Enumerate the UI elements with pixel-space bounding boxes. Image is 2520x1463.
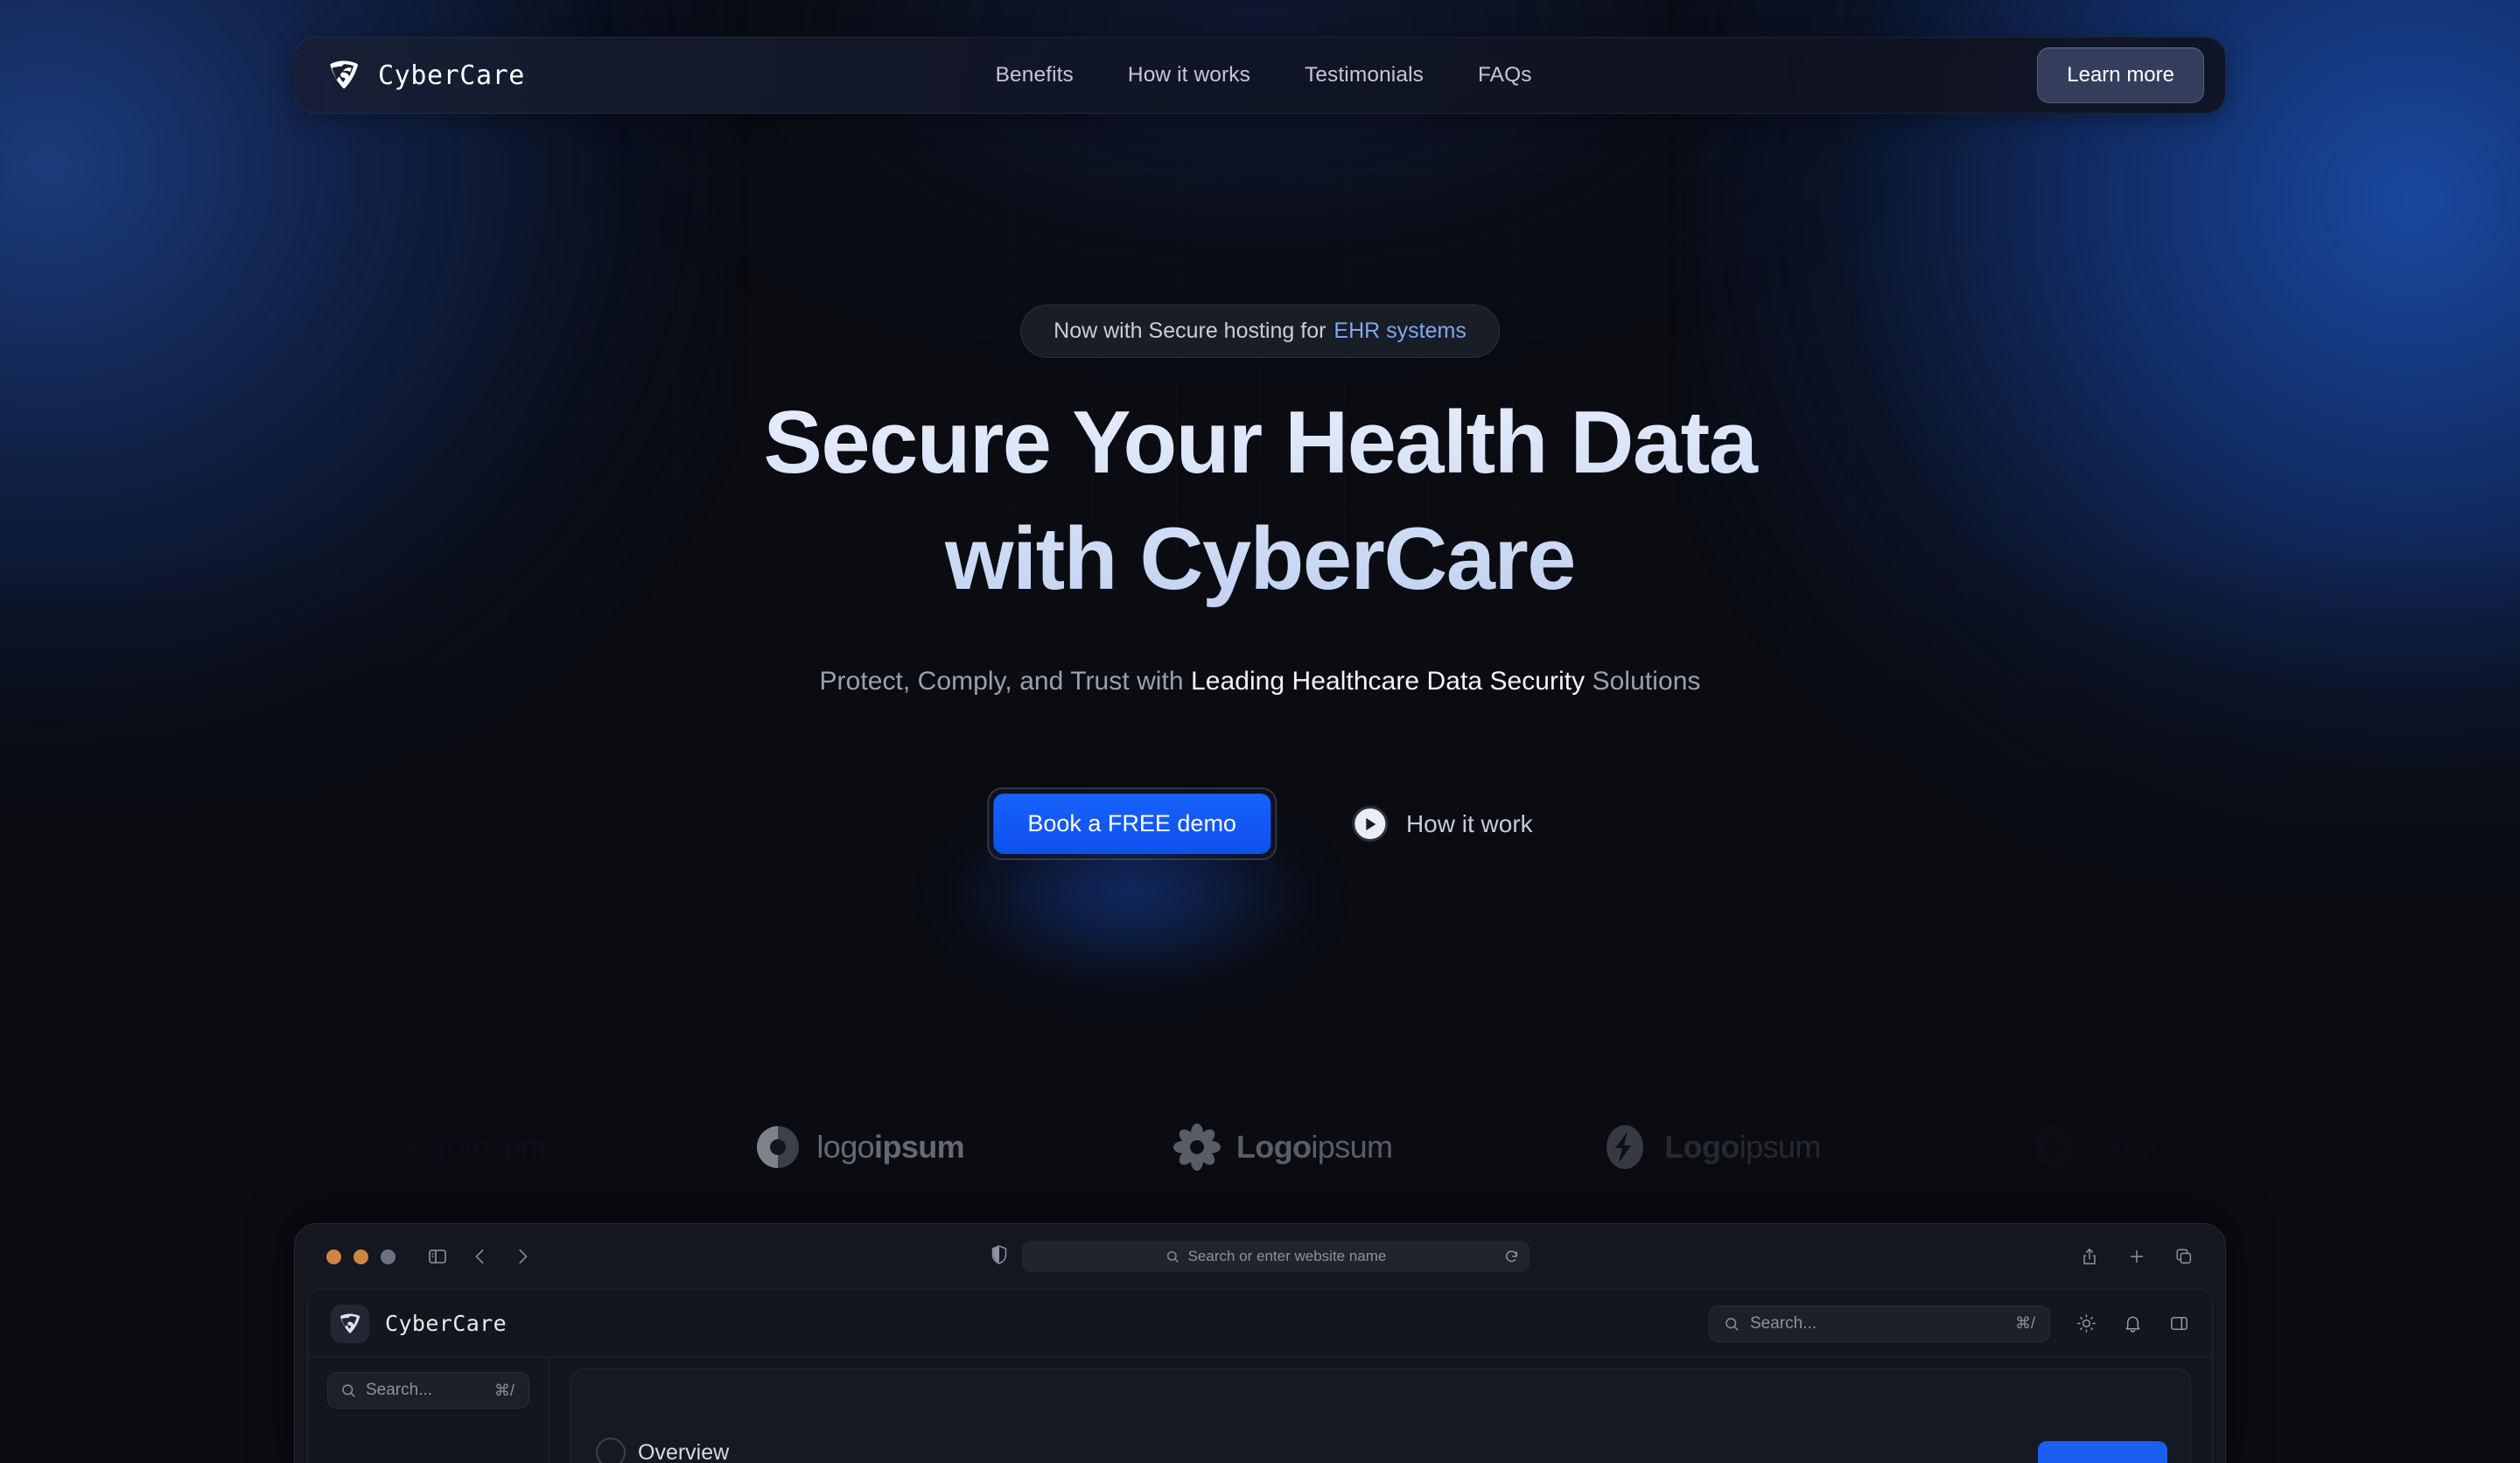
how-it-work-button[interactable]: How it work	[1351, 806, 1533, 842]
address-bar-placeholder: Search or enter website name	[1187, 1248, 1387, 1264]
nav-link-faqs[interactable]: FAQs	[1478, 63, 1532, 88]
panel-right-icon[interactable]	[2169, 1313, 2189, 1334]
diamond-leaf-icon	[2035, 1125, 2071, 1169]
search-icon	[1166, 1250, 1180, 1264]
overview-primary-button[interactable]	[2038, 1441, 2167, 1463]
cybercare-shield-swirl-icon	[330, 60, 358, 89]
bell-icon[interactable]	[2123, 1313, 2143, 1334]
client-logo-strip: Logoipsum logoipsum Logoipsum Logoipsum …	[294, 1099, 2226, 1195]
overview-avatar-icon	[596, 1438, 626, 1463]
search-icon	[340, 1382, 356, 1398]
chevron-left-icon[interactable]	[471, 1247, 490, 1266]
client-logo-3: Logoipsum	[1601, 1124, 1821, 1171]
app-header-actions: Search... ⌘/	[1709, 1305, 2189, 1342]
sidebar-search-placeholder: Search...	[366, 1381, 433, 1399]
hero-subtitle: Protect, Comply, and Trust with Leading …	[0, 667, 2520, 696]
subtitle-pre: Protect, Comply, and Trust with	[819, 667, 1192, 696]
overview-card: Overview	[570, 1368, 2191, 1463]
client-logo-1-text: logoipsum	[816, 1129, 965, 1165]
client-logo-2-text: Logoipsum	[1236, 1129, 1393, 1165]
share-up-icon[interactable]	[2080, 1247, 2099, 1266]
client-logo-3-text: Logoipsum	[1664, 1129, 1821, 1165]
flower-burst-icon	[1172, 1124, 1221, 1171]
app-search-input[interactable]: Search... ⌘/	[1709, 1305, 2050, 1342]
overview-heading-row: Overview	[596, 1438, 729, 1463]
app-brand-name: CyberCare	[385, 1311, 508, 1336]
how-it-work-label: How it work	[1405, 809, 1533, 837]
chevron-right-icon[interactable]	[513, 1247, 532, 1266]
app-window: CyberCare Search... ⌘/ Search... ⌘/ Over…	[307, 1289, 2213, 1463]
app-main-content: Overview	[550, 1358, 2212, 1463]
book-demo-button[interactable]: Book a FREE demo	[993, 794, 1270, 854]
reload-icon[interactable]	[1504, 1250, 1519, 1264]
nav-link-benefits[interactable]: Benefits	[996, 63, 1074, 88]
client-logo-0: Logoipsum	[329, 1124, 547, 1170]
overview-title: Overview	[638, 1439, 730, 1463]
subtitle-post: Solutions	[1585, 667, 1701, 696]
page-title: Secure Your Health Data with CyberCare	[0, 385, 2520, 619]
browser-right-icons	[2080, 1247, 2194, 1266]
sidebar-search-shortcut: ⌘/	[494, 1381, 514, 1399]
shield-half-icon[interactable]	[990, 1244, 1008, 1269]
window-close-button[interactable]	[326, 1249, 341, 1264]
headline-line-1: Secure Your Health Data	[763, 394, 1757, 492]
book-demo-button-wrapper: Book a FREE demo	[943, 788, 1320, 983]
badge-accent-link[interactable]: EHR systems	[1334, 318, 1466, 344]
app-search-placeholder: Search...	[1750, 1313, 1817, 1333]
nav-link-how-it-works[interactable]: How it works	[1128, 63, 1250, 88]
address-bar-input[interactable]: Search or enter website name	[1022, 1241, 1530, 1272]
learn-more-button[interactable]: Learn more	[2037, 47, 2204, 103]
browser-nav-icons	[427, 1246, 532, 1267]
app-logo-badge	[331, 1304, 369, 1343]
browser-mockup: Search or enter website name CyberCare S…	[294, 1223, 2226, 1463]
copy-tabs-icon[interactable]	[2174, 1247, 2194, 1266]
browser-chrome-bar: Search or enter website name	[295, 1224, 2225, 1289]
sun-icon[interactable]	[2076, 1313, 2096, 1334]
play-circle-icon	[1351, 806, 1388, 842]
app-header: CyberCare Search... ⌘/	[308, 1290, 2212, 1358]
app-body: Search... ⌘/ Overview	[308, 1358, 2212, 1463]
sidebar-toggle-icon[interactable]	[427, 1246, 448, 1267]
play-triangle-icon	[1366, 817, 1376, 830]
pie-circle-icon	[757, 1126, 800, 1168]
client-logo-0-text: Logoipsum	[390, 1129, 547, 1165]
cybercare-shield-swirl-icon	[340, 1312, 360, 1334]
headline-line-2: with CyberCare	[945, 510, 1575, 609]
search-icon	[1724, 1316, 1740, 1332]
landing-page: CyberCare Benefits How it works Testimon…	[0, 0, 2520, 1463]
hero-cta-row: Book a FREE demo How it work	[943, 788, 1533, 983]
client-logo-1: logoipsum	[755, 1124, 965, 1170]
traffic-light-buttons	[326, 1249, 396, 1264]
browser-address-area: Search or enter website name	[990, 1241, 1530, 1272]
sidebar-search-input[interactable]: Search... ⌘/	[327, 1372, 529, 1409]
window-minimize-button[interactable]	[354, 1249, 368, 1264]
app-sidebar: Search... ⌘/	[308, 1358, 550, 1463]
client-logo-4: Logoip	[2030, 1124, 2192, 1171]
badge-prefix-text: Now with Secure hosting for	[1054, 318, 1326, 343]
site-header: CyberCare Benefits How it works Testimon…	[294, 37, 2226, 114]
subtitle-emphasis: Leading Healthcare Data Security	[1191, 667, 1586, 696]
plus-icon[interactable]	[2127, 1247, 2146, 1266]
main-navigation: Benefits How it works Testimonials FAQs	[490, 63, 2037, 88]
window-zoom-button[interactable]	[381, 1249, 396, 1264]
crescent-ring-icon	[329, 1124, 374, 1170]
app-search-shortcut: ⌘/	[2014, 1314, 2035, 1332]
app-brand[interactable]: CyberCare	[331, 1304, 508, 1343]
announcement-badge[interactable]: Now with Secure hosting for EHR systems	[1020, 304, 1500, 358]
client-logo-2: Logoipsum	[1172, 1124, 1393, 1171]
bolt-circle-icon	[1606, 1125, 1644, 1169]
nav-link-testimonials[interactable]: Testimonials	[1305, 63, 1424, 88]
client-logo-4-text: Logoip	[2092, 1129, 2192, 1165]
